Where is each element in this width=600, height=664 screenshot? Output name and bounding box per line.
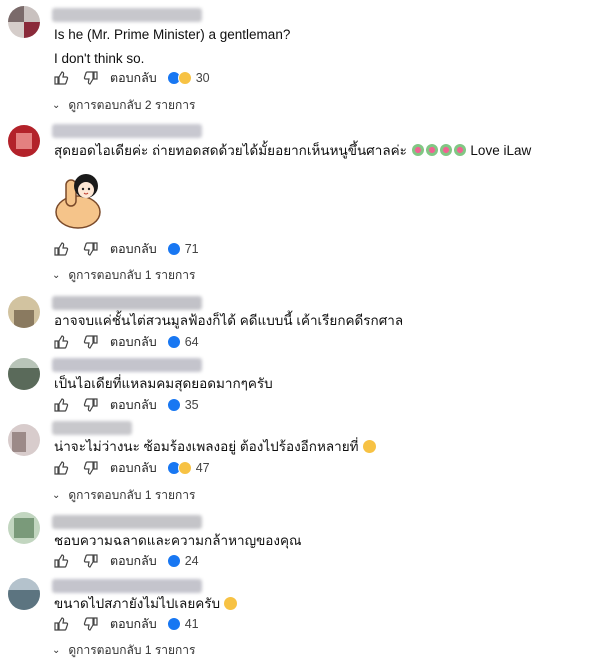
comment-actions: ตอบกลับ 41 <box>52 613 199 635</box>
reply-button[interactable]: ตอบกลับ <box>110 332 157 352</box>
view-replies-label: ดูการตอบกลับ 1 รายการ <box>68 268 196 282</box>
comment-text-line-1: ชอบความฉลาดและความกล้าหาญของคุณ <box>54 533 302 548</box>
dislike-icon[interactable] <box>82 459 100 477</box>
commenter-name-blurred[interactable] <box>52 124 202 138</box>
reaction-count: 47 <box>195 461 210 475</box>
thumbs-up-sticker[interactable] <box>52 168 104 229</box>
comment-text-line-2: I don't think so. <box>54 51 145 66</box>
comment-text-line-1: เป็นไอเดียที่แหลมคมสุดยอดมากๆครับ <box>54 376 273 391</box>
grinning-emoji <box>224 597 238 610</box>
chevron-down-icon: ⌄ <box>52 100 61 111</box>
comment-actions: ตอบกลับ 71 <box>52 238 199 260</box>
like-icon[interactable] <box>52 615 70 633</box>
view-replies-link[interactable]: ⌄ ดูการตอบกลับ 1 รายการ <box>52 486 196 505</box>
comment-actions: ตอบกลับ 30 <box>52 67 210 89</box>
reply-button[interactable]: ตอบกลับ <box>110 458 157 478</box>
commenter-name-blurred[interactable] <box>52 296 202 310</box>
view-replies-label: ดูการตอบกลับ 2 รายการ <box>68 98 196 112</box>
comment-text-line-1: Is he (Mr. Prime Minister) a gentleman? <box>54 27 291 42</box>
commenter-name-blurred[interactable] <box>52 515 202 529</box>
dislike-icon[interactable] <box>82 552 100 570</box>
reaction-summary[interactable]: 47 <box>166 461 210 475</box>
comment-text-line-1: อาจจบแค่ชั้นไต่สวนมูลฟ้องก็ได้ คดีแบบนี้… <box>54 313 404 328</box>
comment-text-line-2: Love iLaw <box>470 143 532 158</box>
view-replies-label: ดูการตอบกลับ 1 รายการ <box>68 488 196 502</box>
reaction-summary[interactable]: 30 <box>166 71 210 85</box>
avatar[interactable] <box>8 358 40 390</box>
view-replies-link[interactable]: ⌄ ดูการตอบกลับ 1 รายการ <box>52 641 196 660</box>
comment-actions: ตอบกลับ 64 <box>52 331 199 353</box>
flower-emoji <box>439 144 452 156</box>
reaction-count: 35 <box>184 398 199 412</box>
comment-actions: ตอบกลับ 24 <box>52 550 199 572</box>
like-icon[interactable] <box>52 552 70 570</box>
comment-actions: ตอบกลับ 35 <box>52 394 199 416</box>
dislike-icon[interactable] <box>82 615 100 633</box>
avatar[interactable] <box>8 296 40 328</box>
laughing-emoji <box>362 440 376 453</box>
reaction-count: 30 <box>195 71 210 85</box>
like-reaction-icon <box>166 335 181 349</box>
view-replies-label: ดูการตอบกลับ 1 รายการ <box>68 643 196 657</box>
avatar[interactable] <box>8 512 40 544</box>
like-reaction-icon <box>166 617 181 631</box>
flower-emoji <box>453 144 466 156</box>
reply-button[interactable]: ตอบกลับ <box>110 614 157 634</box>
haha-reaction-icon <box>177 71 192 85</box>
commenter-name-blurred[interactable] <box>52 421 132 435</box>
flower-emoji <box>425 144 438 156</box>
reply-button[interactable]: ตอบกลับ <box>110 551 157 571</box>
reaction-summary[interactable]: 64 <box>166 335 199 349</box>
reaction-count: 24 <box>184 554 199 568</box>
dislike-icon[interactable] <box>82 69 100 87</box>
like-icon[interactable] <box>52 396 70 414</box>
chevron-down-icon: ⌄ <box>52 490 61 501</box>
reaction-summary[interactable]: 41 <box>166 617 199 631</box>
comment-text-line-1: สุดยอดไอเดียค่ะ ถ่ายทอดสดด้วยได้มั้ยอยาก… <box>54 143 407 158</box>
like-icon[interactable] <box>52 333 70 351</box>
avatar[interactable] <box>8 424 40 456</box>
avatar[interactable] <box>8 6 40 38</box>
comment-text: สุดยอดไอเดียค่ะ ถ่ายทอดสดด้วยได้มั้ยอยาก… <box>54 142 531 160</box>
chevron-down-icon: ⌄ <box>52 270 61 281</box>
like-reaction-icon <box>166 242 181 256</box>
like-icon[interactable] <box>52 240 70 258</box>
dislike-icon[interactable] <box>82 396 100 414</box>
comment-text: น่าจะไม่ว่างนะ ซ้อมร้องเพลงอยู่ ต้องไปร้… <box>54 438 376 456</box>
comment-actions: ตอบกลับ 47 <box>52 457 210 479</box>
like-icon[interactable] <box>52 459 70 477</box>
reply-button[interactable]: ตอบกลับ <box>110 395 157 415</box>
view-replies-link[interactable]: ⌄ ดูการตอบกลับ 2 รายการ <box>52 96 196 115</box>
avatar[interactable] <box>8 578 40 610</box>
chevron-down-icon: ⌄ <box>52 645 61 656</box>
like-icon[interactable] <box>52 69 70 87</box>
commenter-name-blurred[interactable] <box>52 358 202 372</box>
comment-text-line-1: น่าจะไม่ว่างนะ ซ้อมร้องเพลงอยู่ ต้องไปร้… <box>54 439 359 454</box>
avatar[interactable] <box>8 125 40 157</box>
comment-text-line-1: ขนาดไปสภายังไม่ไปเลยครับ <box>54 596 221 611</box>
view-replies-link[interactable]: ⌄ ดูการตอบกลับ 1 รายการ <box>52 266 196 285</box>
reaction-count: 71 <box>184 242 199 256</box>
reply-button[interactable]: ตอบกลับ <box>110 239 157 259</box>
reaction-count: 64 <box>184 335 199 349</box>
reaction-summary[interactable]: 71 <box>166 242 199 256</box>
comment-text: ขนาดไปสภายังไม่ไปเลยครับ <box>54 595 238 613</box>
reply-button[interactable]: ตอบกลับ <box>110 68 157 88</box>
reaction-summary[interactable]: 35 <box>166 398 199 412</box>
like-reaction-icon <box>166 398 181 412</box>
reaction-summary[interactable]: 24 <box>166 554 199 568</box>
commenter-name-blurred[interactable] <box>52 8 202 22</box>
reaction-count: 41 <box>184 617 199 631</box>
haha-reaction-icon <box>177 461 192 475</box>
dislike-icon[interactable] <box>82 240 100 258</box>
commenter-name-blurred[interactable] <box>52 579 202 593</box>
like-reaction-icon <box>166 554 181 568</box>
flower-emoji <box>411 144 424 156</box>
dislike-icon[interactable] <box>82 333 100 351</box>
